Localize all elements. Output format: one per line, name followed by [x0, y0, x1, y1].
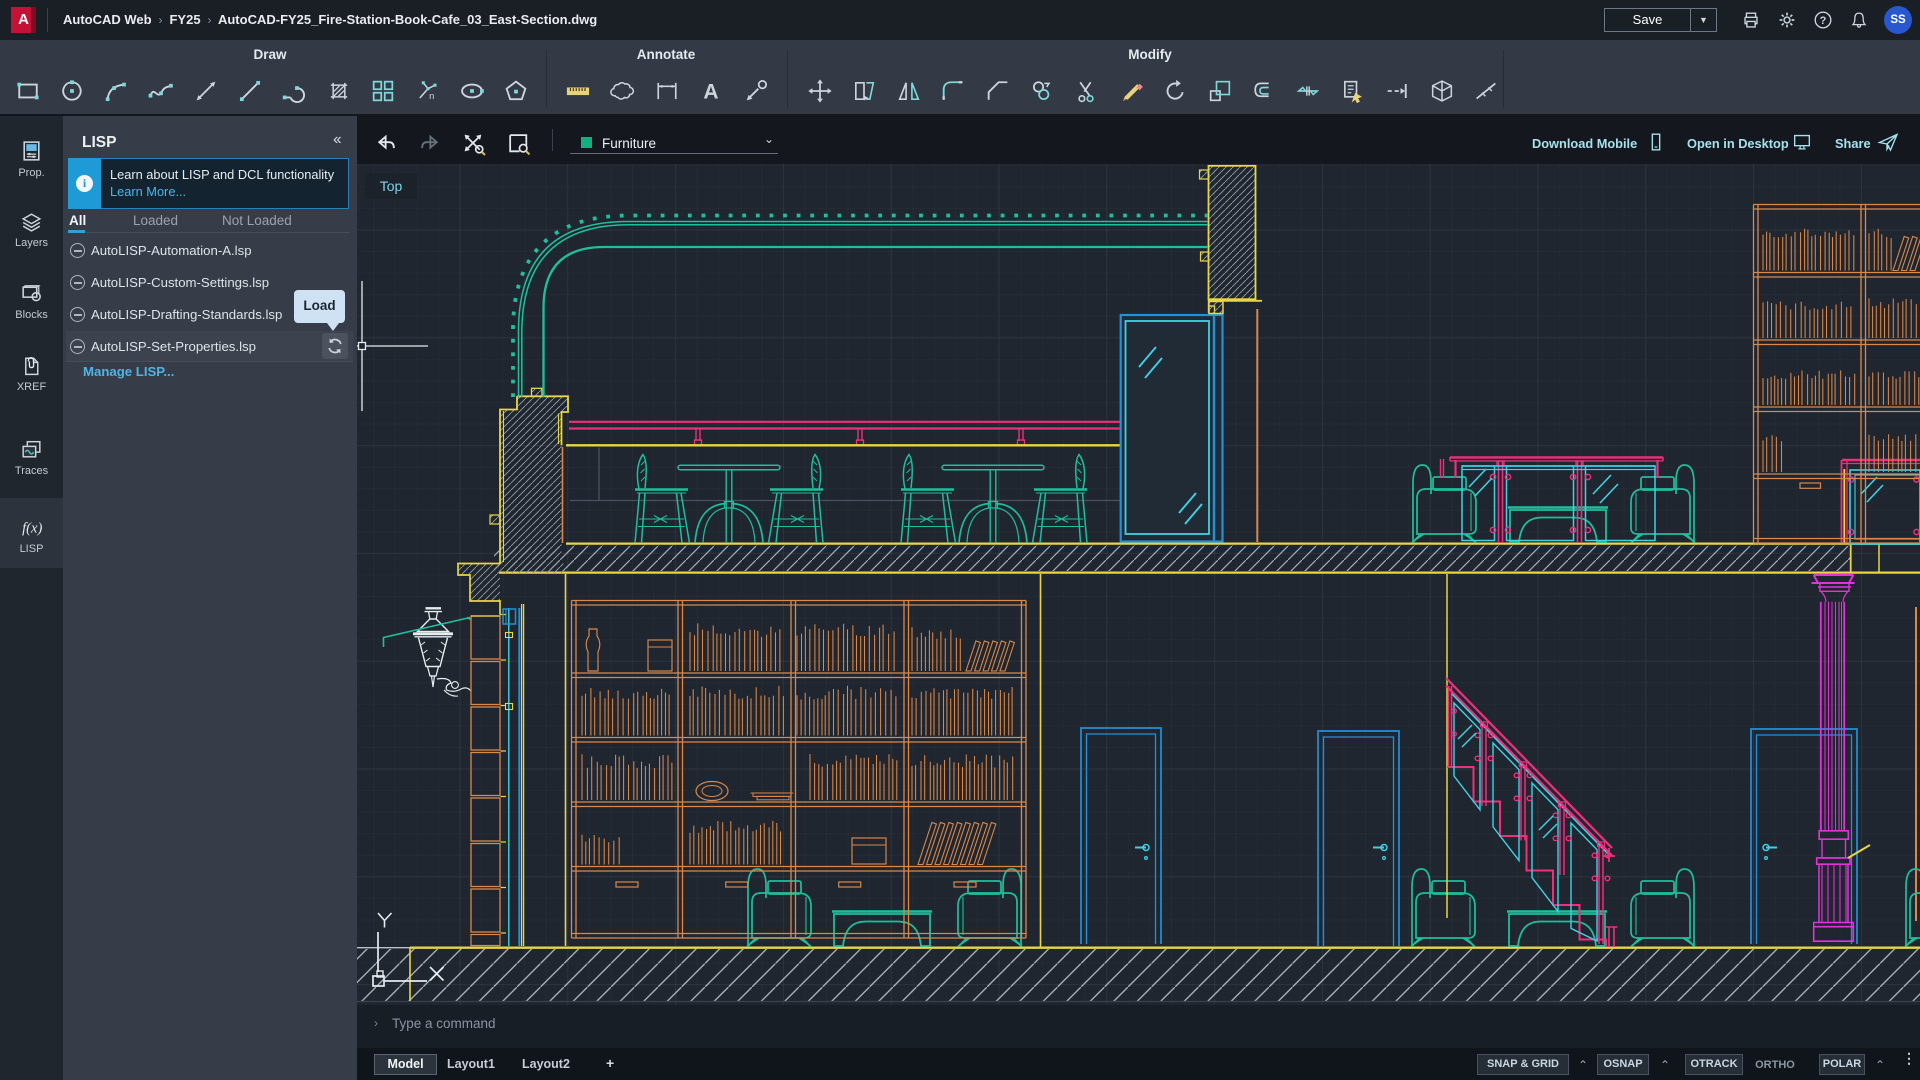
svg-text:f(x): f(x)	[22, 521, 42, 537]
svg-text:?: ?	[1820, 15, 1827, 27]
svg-text:A: A	[704, 81, 719, 104]
svg-text:n: n	[429, 91, 434, 101]
